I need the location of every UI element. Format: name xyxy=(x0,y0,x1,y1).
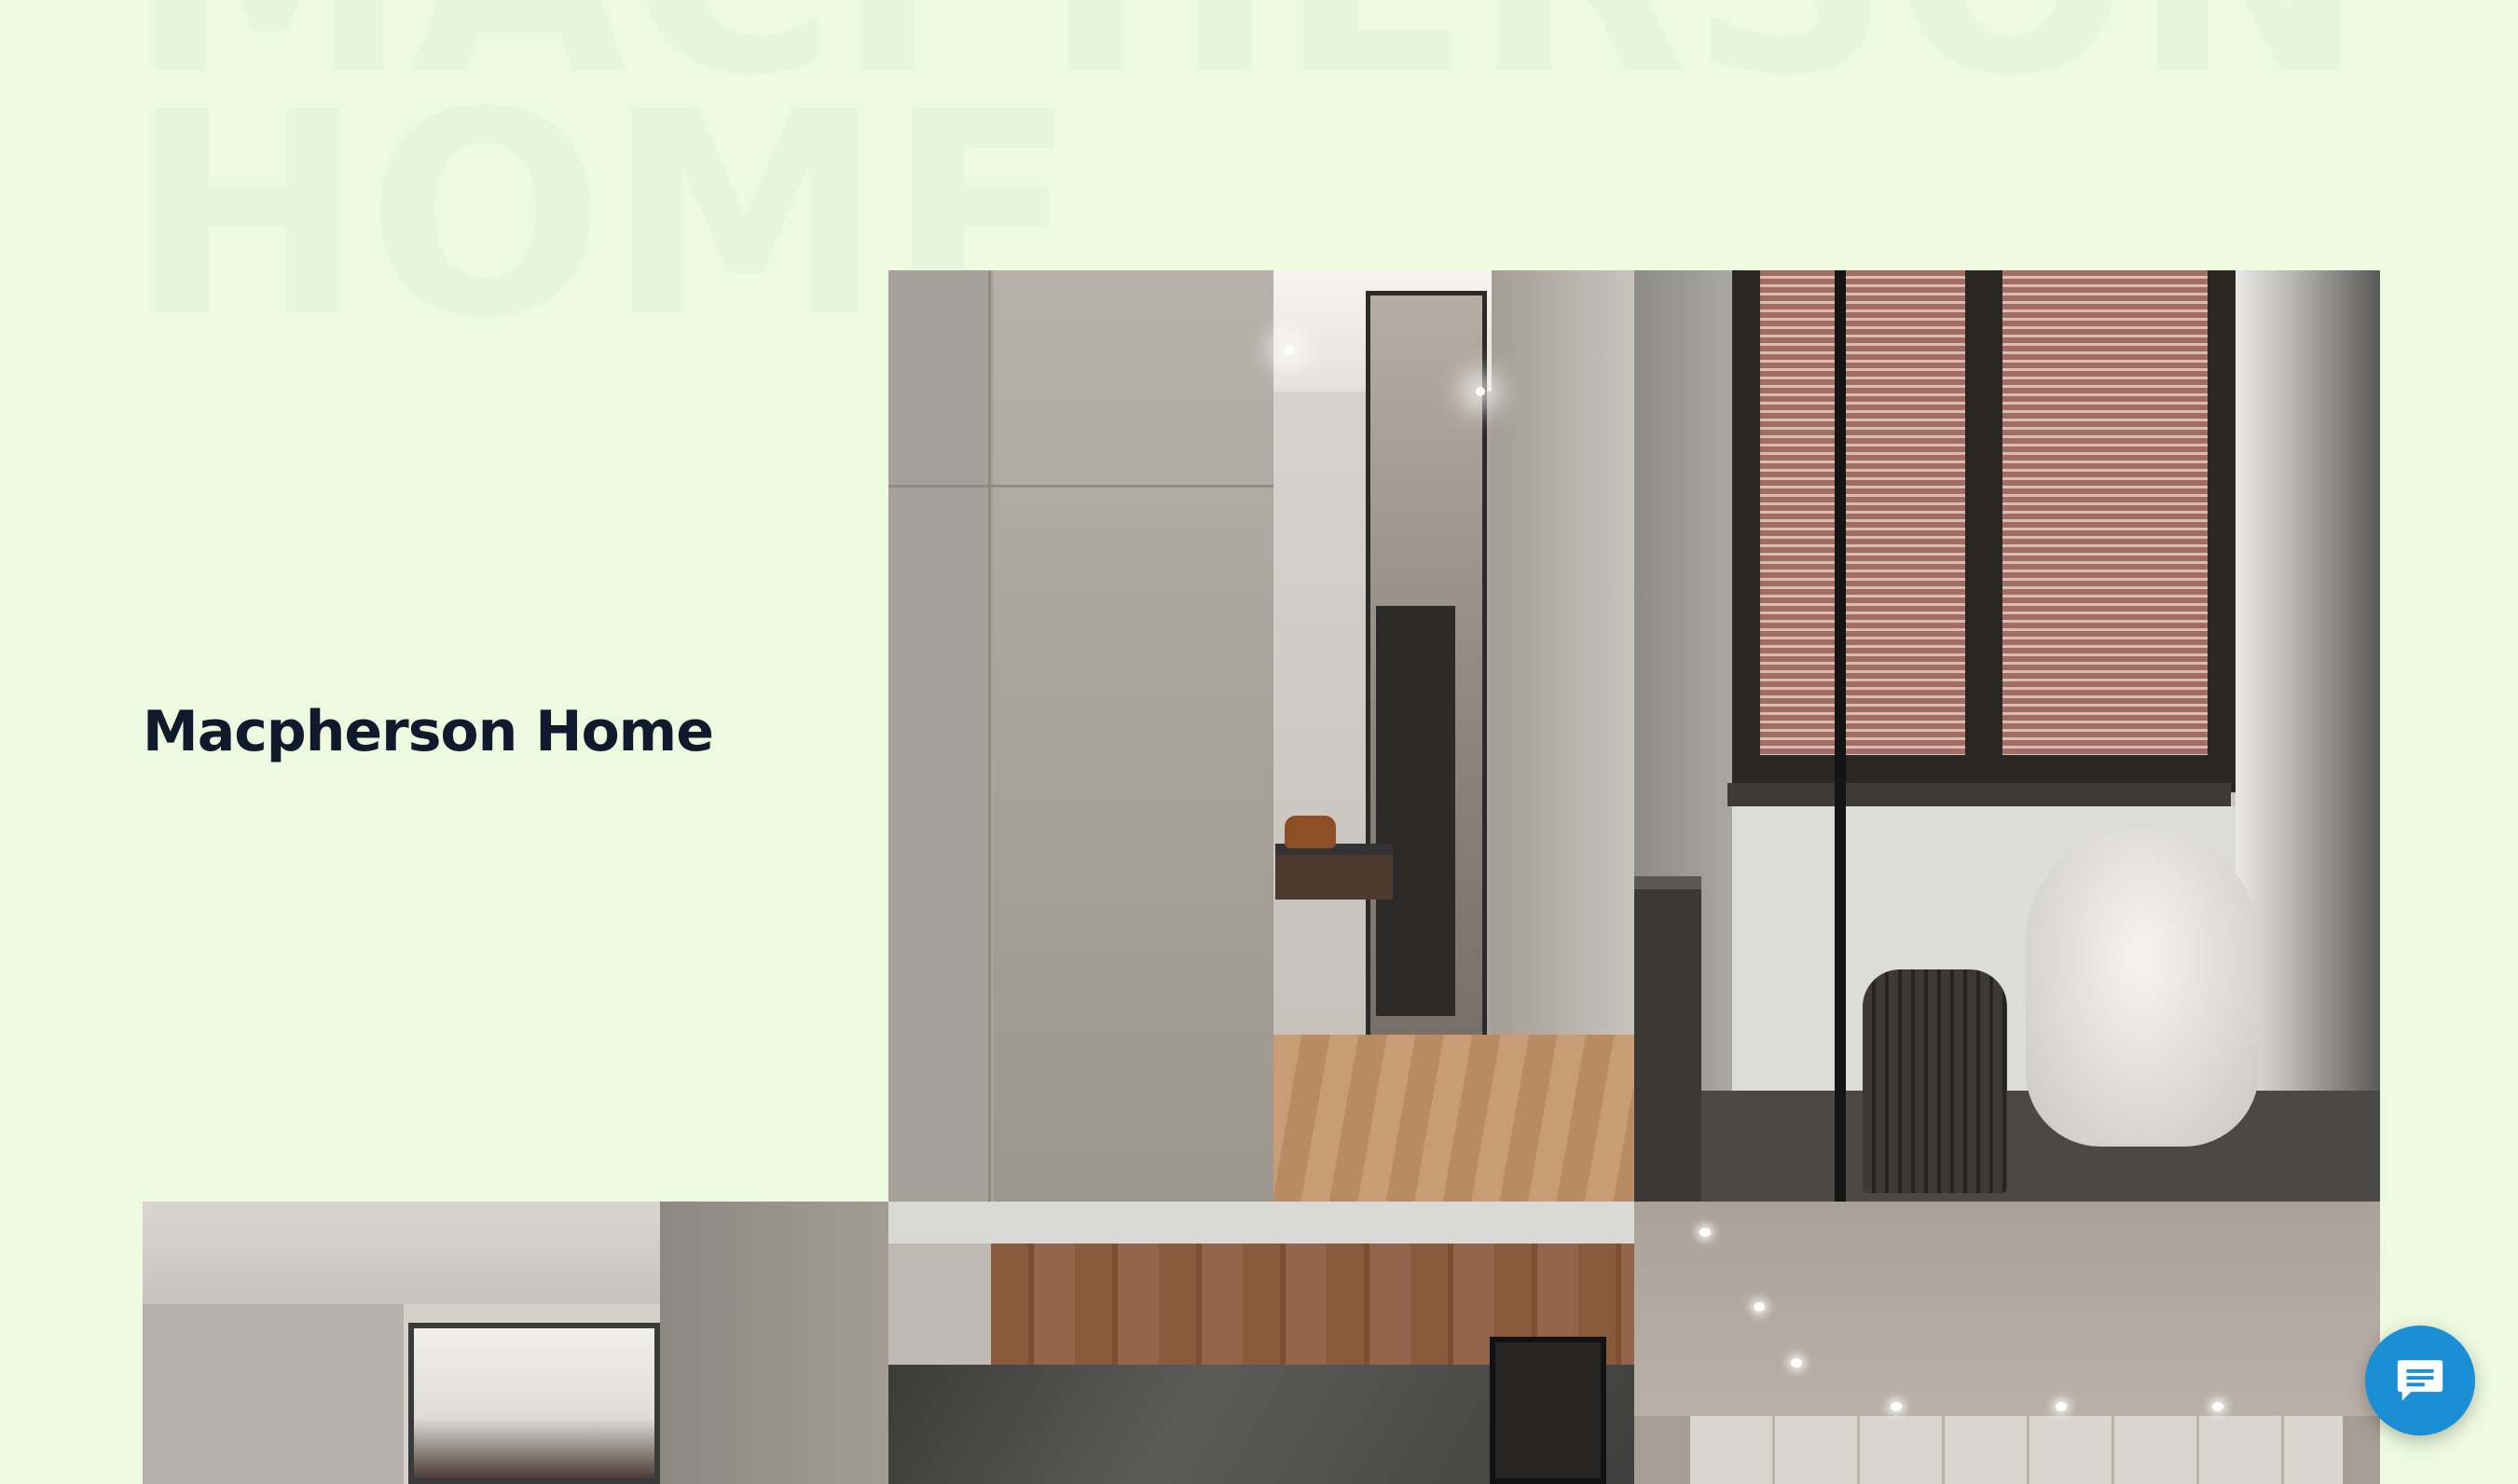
cabinet-ceiling-photo[interactable] xyxy=(1634,1202,2380,1484)
window-armchair-photo[interactable] xyxy=(1634,270,2380,1202)
page-title: Macpherson Home xyxy=(143,699,714,764)
living-room-photo[interactable] xyxy=(143,1202,888,1484)
chat-bubble-icon xyxy=(2397,1360,2443,1401)
kitchen-marble-photo[interactable] xyxy=(888,1202,1634,1484)
hallway-mirror-photo[interactable] xyxy=(888,270,1634,1202)
chat-button[interactable] xyxy=(2365,1326,2475,1436)
